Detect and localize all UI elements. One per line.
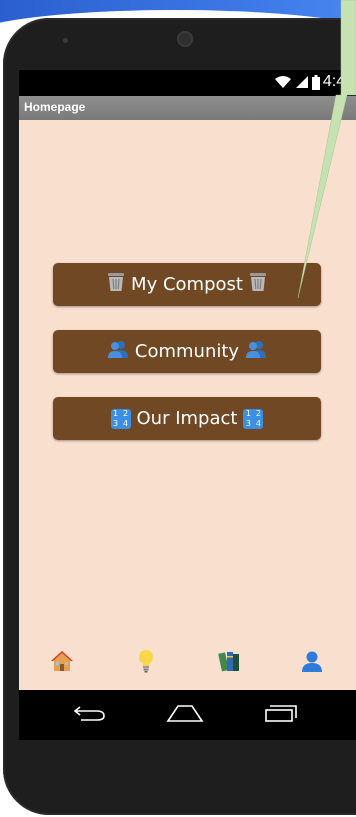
bottom-navigation (19, 640, 356, 690)
status-icons: 4:45 (274, 73, 354, 91)
nav-home-button[interactable] (47, 648, 77, 678)
nav-tips-button[interactable] (131, 648, 161, 678)
my-compost-label: My Compost (131, 274, 243, 295)
android-back-button[interactable] (70, 702, 110, 728)
our-impact-button[interactable]: 12 34 Our Impact 12 34 (53, 397, 321, 440)
books-icon (218, 650, 242, 676)
wifi-icon (274, 75, 292, 89)
android-home-button[interactable] (165, 702, 205, 728)
battery-icon (311, 74, 320, 90)
my-compost-button[interactable]: My Compost (53, 263, 321, 306)
status-bar: 4:45 (19, 70, 356, 96)
our-impact-label: Our Impact (136, 408, 238, 429)
home-icon (50, 650, 74, 676)
phone-screen: 4:45 Homepage My Compost Community 1 2 3… (19, 70, 356, 740)
main-content: My Compost Community 1 2 3 4 Our Impact … (19, 120, 356, 690)
nav-library-button[interactable] (215, 648, 245, 678)
sensor-dot (63, 38, 68, 43)
signal-icon (295, 75, 309, 89)
wastebasket-icon (249, 272, 267, 297)
numbers-icon: 12 34 (243, 408, 264, 429)
wastebasket-icon (107, 272, 125, 297)
home-nav-icon (166, 703, 204, 727)
people-icon (107, 340, 129, 363)
profile-icon (301, 650, 323, 676)
community-button[interactable]: Community (53, 330, 321, 373)
recents-icon (264, 703, 300, 727)
app-title-bar: Homepage (19, 96, 356, 120)
community-label: Community (134, 341, 240, 362)
lightbulb-icon (137, 649, 155, 677)
numbers-icon: 12 34 (110, 408, 131, 429)
people-icon (245, 340, 267, 363)
front-camera (177, 31, 193, 47)
nav-profile-button[interactable] (297, 648, 327, 678)
android-recents-button[interactable] (262, 702, 302, 728)
stage: 4:45 Homepage My Compost Community 1 2 3… (0, 0, 356, 817)
back-icon (73, 704, 107, 726)
clock-time: 4:45 (322, 73, 354, 90)
android-navigation-bar (19, 690, 356, 740)
page-title: Homepage (24, 100, 86, 114)
